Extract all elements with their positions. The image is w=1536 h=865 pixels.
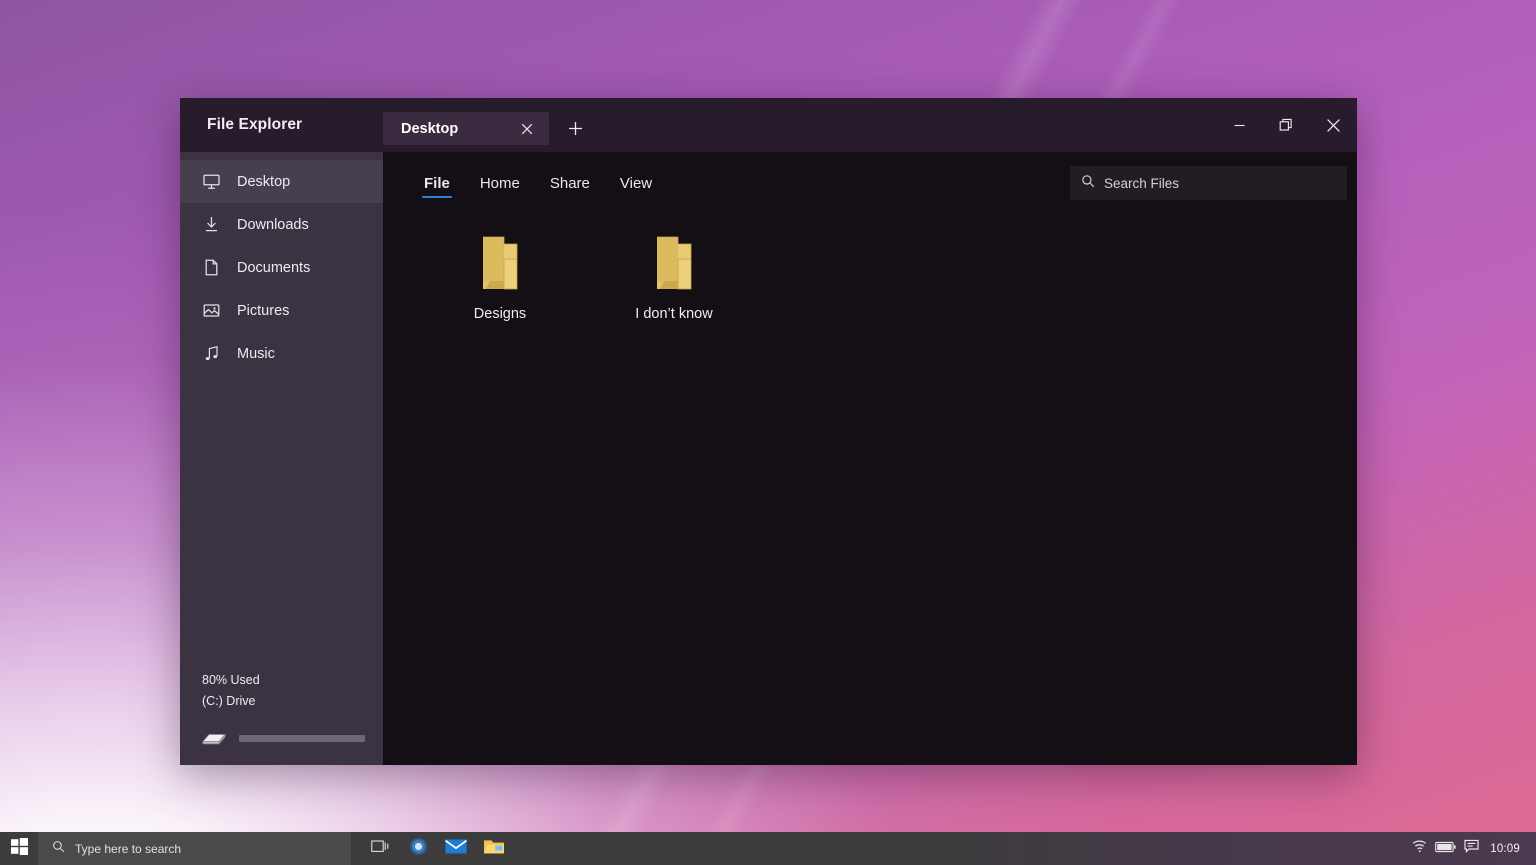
tab-label: Desktop xyxy=(401,121,503,137)
sidebar-item-documents[interactable]: Documents xyxy=(180,246,383,289)
sidebar-item-label: Music xyxy=(237,346,275,362)
taskbar-search-placeholder: Type here to search xyxy=(75,842,181,856)
battery-icon xyxy=(1435,840,1456,858)
file-explorer-window: File Explorer Desktop xyxy=(180,98,1357,765)
list-item[interactable]: Designs xyxy=(413,228,587,322)
tab-view[interactable]: View xyxy=(605,152,667,214)
sidebar-item-downloads[interactable]: Downloads xyxy=(180,203,383,246)
tab-share[interactable]: Share xyxy=(535,152,605,214)
sidebar-item-label: Pictures xyxy=(237,303,289,319)
mail-icon xyxy=(445,838,467,860)
titlebar-drag-area xyxy=(595,98,1216,152)
tab-desktop[interactable]: Desktop xyxy=(383,112,549,145)
folder-icon xyxy=(472,234,528,300)
network-button[interactable] xyxy=(1406,832,1432,865)
restore-button[interactable] xyxy=(1263,98,1310,152)
sidebar-item-desktop[interactable]: Desktop xyxy=(180,160,383,203)
sidebar-nav: Desktop Downloads xyxy=(180,152,383,375)
sidebar-item-label: Downloads xyxy=(237,217,309,233)
storage-drive-label: (C:) Drive xyxy=(180,691,383,712)
new-tab-button[interactable] xyxy=(555,112,595,145)
sidebar-spacer xyxy=(180,375,383,670)
sidebar-item-label: Desktop xyxy=(237,174,290,190)
ribbon-bar: File Home Share View Search F xyxy=(383,152,1357,214)
list-item[interactable]: I don’t know xyxy=(587,228,761,322)
file-name: I don’t know xyxy=(635,306,712,322)
storage-progress-track xyxy=(239,735,365,742)
tab-file[interactable]: File xyxy=(409,152,465,214)
minimize-button[interactable] xyxy=(1216,98,1263,152)
file-name: Designs xyxy=(474,306,526,322)
notification-icon xyxy=(1464,839,1479,858)
sidebar-item-label: Documents xyxy=(237,260,310,276)
desktop-wallpaper: File Explorer Desktop xyxy=(0,0,1536,865)
download-icon xyxy=(202,215,221,234)
search-input[interactable]: Search Files xyxy=(1070,166,1347,200)
folder-icon xyxy=(646,234,702,300)
file-explorer-button[interactable] xyxy=(475,832,513,865)
search-placeholder: Search Files xyxy=(1104,176,1179,191)
sidebar: Desktop Downloads xyxy=(180,152,383,765)
file-explorer-icon xyxy=(483,837,505,860)
storage-indicator: 80% Used (C:) Drive xyxy=(180,670,383,765)
content-area: File Home Share View Search F xyxy=(383,152,1357,765)
tab-close-icon[interactable] xyxy=(517,119,537,139)
storage-used-label: 80% Used xyxy=(180,670,383,691)
hard-drive-icon xyxy=(202,730,226,747)
cortana-button[interactable] xyxy=(399,832,437,865)
tab-strip: Desktop xyxy=(383,98,595,152)
taskbar: Type here to search xyxy=(0,832,1536,865)
app-title: File Explorer xyxy=(180,98,383,152)
tab-home[interactable]: Home xyxy=(465,152,535,214)
start-button[interactable] xyxy=(0,832,38,865)
music-icon xyxy=(202,344,221,363)
window-controls xyxy=(1216,98,1357,152)
cortana-icon xyxy=(409,837,428,861)
taskbar-pinned-icons xyxy=(361,832,513,865)
storage-meter xyxy=(180,712,383,747)
document-icon xyxy=(202,258,221,277)
wifi-icon xyxy=(1411,839,1428,858)
window-body: Desktop Downloads xyxy=(180,152,1357,765)
ribbon-tabs: File Home Share View xyxy=(383,152,667,214)
mail-button[interactable] xyxy=(437,832,475,865)
taskbar-clock[interactable]: 10:09 xyxy=(1484,843,1530,855)
search-icon xyxy=(52,840,65,858)
search-icon xyxy=(1081,174,1095,193)
task-view-icon xyxy=(371,839,390,859)
window-titlebar: File Explorer Desktop xyxy=(180,98,1357,152)
monitor-icon xyxy=(202,172,221,191)
system-tray: 10:09 xyxy=(1406,832,1536,865)
action-center-button[interactable] xyxy=(1458,832,1484,865)
sidebar-item-music[interactable]: Music xyxy=(180,332,383,375)
battery-button[interactable] xyxy=(1432,832,1458,865)
windows-logo-icon xyxy=(11,838,28,860)
image-icon xyxy=(202,301,221,320)
file-list: Designs xyxy=(383,214,1357,765)
close-button[interactable] xyxy=(1310,98,1357,152)
taskbar-search-input[interactable]: Type here to search xyxy=(38,832,351,865)
task-view-button[interactable] xyxy=(361,832,399,865)
sidebar-item-pictures[interactable]: Pictures xyxy=(180,289,383,332)
